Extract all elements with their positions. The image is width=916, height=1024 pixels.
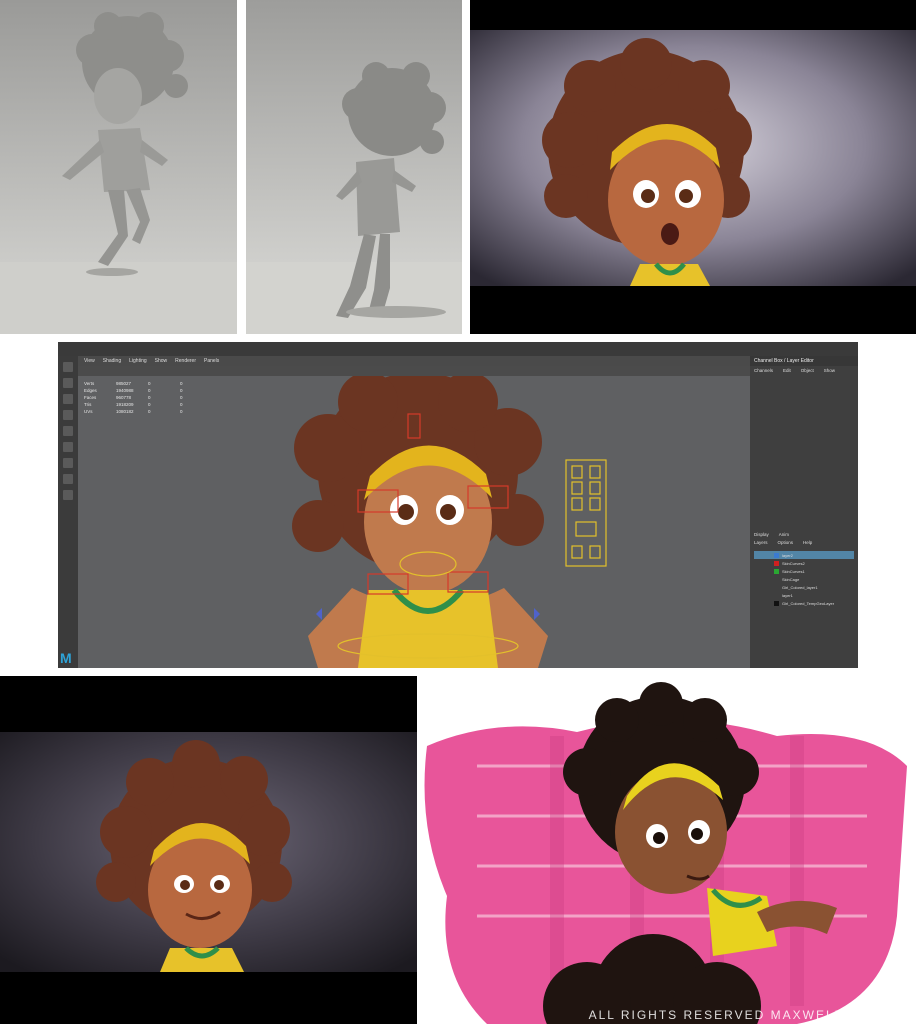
maya-logo: M (60, 650, 72, 666)
channel-box-menu: Channels Edit Object Show (750, 366, 858, 375)
layer-row[interactable]: SkinCage (754, 575, 854, 583)
layer-row[interactable]: layer2 (754, 551, 854, 559)
layer-editor-menu: Layers Options Help (754, 540, 812, 545)
layer-editor-tabs: Display Anim (754, 532, 789, 537)
layer-row[interactable]: Girl_Colored_layer1 (754, 583, 854, 591)
menu-options[interactable]: Options (778, 540, 794, 545)
layout-icon-2[interactable] (63, 474, 73, 484)
hud-row: Edges 1940988 0 0 (84, 388, 183, 393)
render-surprised-panel (470, 0, 916, 334)
paint-tool-icon[interactable] (63, 394, 73, 404)
layer-color-swatch (774, 577, 779, 582)
layer-row[interactable]: SkinCurves1 (754, 567, 854, 575)
layer-color-swatch (774, 585, 779, 590)
menu-renderer[interactable]: Renderer (175, 358, 196, 364)
menu-show[interactable]: Show (155, 358, 168, 364)
sculpt-pose-panel-1 (0, 0, 237, 334)
poly-count-hud: Verts 985027 0 0 Edges 1940988 0 0 Faces 960778… (84, 380, 198, 415)
menu-edit[interactable]: Edit (783, 368, 791, 373)
layer-row[interactable]: Girl_Colored_TempGeoLayer (754, 599, 854, 607)
rotate-tool-icon[interactable] (63, 426, 73, 436)
move-tool-icon[interactable] (63, 410, 73, 420)
viewport[interactable]: Verts 985027 0 0 Edges 1940988 0 0 Faces 960778… (78, 376, 750, 668)
menu-channels[interactable]: Channels (754, 368, 773, 373)
select-tool-icon[interactable] (63, 362, 73, 372)
hud-row: Faces 960778 0 0 (84, 395, 183, 400)
menu-lighting[interactable]: Lighting (129, 358, 147, 364)
menu-view[interactable]: View (84, 358, 95, 364)
layer-row[interactable]: SkinCurves2 (754, 559, 854, 567)
panel-toolbar[interactable] (78, 366, 770, 376)
hud-row: UVs 1080182 0 0 (84, 409, 183, 414)
layout-icon[interactable] (63, 458, 73, 468)
panel-menu-bar: View Shading Lighting Show Renderer Pane… (78, 356, 770, 366)
layout-icon-3[interactable] (63, 490, 73, 500)
scale-tool-icon[interactable] (63, 442, 73, 452)
toolbox: M (58, 356, 78, 668)
layer-row[interactable]: layer1 (754, 591, 854, 599)
layer-color-swatch (774, 568, 779, 574)
menu-shading[interactable]: Shading (103, 358, 121, 364)
channel-box-panel: Channel Box / Layer Editor Channels Edit… (750, 356, 858, 668)
menu-layers[interactable]: Layers (754, 540, 768, 545)
menu-help[interactable]: Help (803, 540, 812, 545)
layer-color-swatch (774, 600, 779, 606)
channel-box-title: Channel Box / Layer Editor (750, 356, 858, 366)
layer-color-swatch (774, 552, 779, 558)
hud-row: Verts 985027 0 0 (84, 381, 183, 386)
layer-list: layer2 SkinCurves2 SkinCurves1 SkinCage … (754, 551, 854, 607)
hud-row: Tris 1918209 0 0 (84, 402, 183, 407)
menu-show[interactable]: Show (824, 368, 835, 373)
illustration-panel: ALL RIGHTS RESERVED MAXWELL EMCAYS (417, 676, 916, 1024)
maya-window: View Shading Lighting Show Renderer Pane… (58, 342, 858, 668)
status-line (58, 342, 858, 356)
menu-panels[interactable]: Panels (204, 358, 219, 364)
menu-object[interactable]: Object (801, 368, 814, 373)
tab-display[interactable]: Display (754, 532, 769, 537)
tab-anim[interactable]: Anim (779, 532, 789, 537)
lasso-tool-icon[interactable] (63, 378, 73, 388)
render-smiling-panel (0, 676, 417, 1024)
copyright-watermark: ALL RIGHTS RESERVED MAXWELL EMCAYS (588, 1008, 910, 1022)
layer-color-swatch (774, 560, 779, 566)
sculpt-pose-panel-2 (246, 0, 462, 334)
layer-color-swatch (774, 593, 779, 598)
